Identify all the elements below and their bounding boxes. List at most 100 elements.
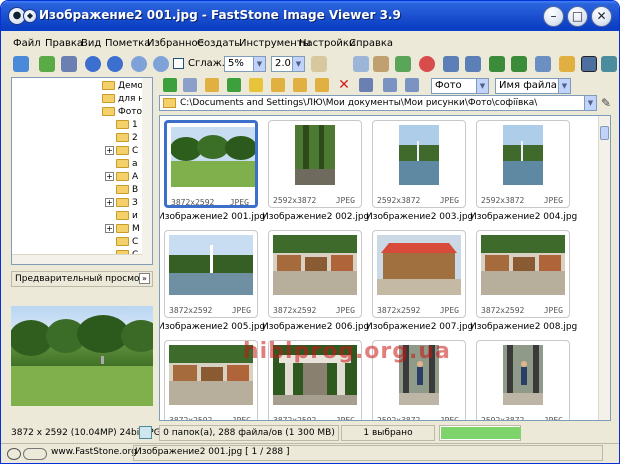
back-icon[interactable] bbox=[163, 78, 177, 92]
monitor-icon[interactable] bbox=[535, 56, 551, 72]
title-bar[interactable]: ● ◆ Изображение2 001.jpg - FastStone Ima… bbox=[1, 1, 619, 31]
thumbnail[interactable]: 3872x2592 JPEG Изображение2 006.jpg bbox=[262, 230, 369, 336]
resize-icon[interactable] bbox=[353, 56, 369, 72]
thumbnail[interactable]: 2592x3872 JPEG Изображение2 002.jpg bbox=[262, 120, 369, 226]
file-count-status: 0 папок(а), 288 файла/ов (1 300 MB) bbox=[159, 425, 339, 441]
expand-icon[interactable]: + bbox=[105, 224, 114, 233]
website-link[interactable]: www.FastStone.org bbox=[51, 447, 137, 457]
thumbnail-frame[interactable]: 3872x2592 JPEG bbox=[268, 230, 362, 318]
pin-icon[interactable]: ◆ bbox=[23, 9, 37, 23]
up-folder-icon[interactable] bbox=[205, 78, 219, 92]
view-mode-icon[interactable] bbox=[405, 78, 419, 92]
expand-icon[interactable]: + bbox=[105, 146, 114, 155]
progress-bar bbox=[439, 425, 521, 441]
expand-icon[interactable]: + bbox=[105, 198, 114, 207]
copy-to-icon[interactable] bbox=[293, 78, 307, 92]
thumbnail-frame[interactable]: 3872x2592 JPEG bbox=[164, 230, 258, 318]
tree-item-label: 2 bbox=[132, 133, 138, 143]
expand-icon[interactable]: + bbox=[105, 172, 114, 181]
thumbnail-frame[interactable]: 3872x2592 JPEG bbox=[476, 230, 570, 318]
fit-icon[interactable] bbox=[139, 426, 152, 439]
zoom-in-icon[interactable] bbox=[131, 56, 147, 72]
browse-icon[interactable] bbox=[13, 56, 29, 72]
thumbnail-image bbox=[169, 235, 253, 295]
chevron-down-icon[interactable]: ▼ bbox=[584, 96, 596, 110]
tree-item-label: 1 bbox=[132, 120, 138, 130]
ratio-select[interactable]: 2.0 ▼ bbox=[271, 56, 305, 72]
thumbnail[interactable]: 2592x3872 JPEG Изображение2 004.jpg bbox=[470, 120, 577, 226]
refresh-icon[interactable] bbox=[227, 78, 241, 92]
thumbnail[interactable]: 2592x3872 JPEG Изображение2 003.jpg bbox=[366, 120, 473, 226]
next-icon[interactable] bbox=[107, 56, 123, 72]
menu-file[interactable]: Файл bbox=[13, 38, 41, 49]
browser-panel: ✕ Фото ▼ Имя файла ▼ C:\Documents and Sett… bbox=[159, 77, 613, 423]
thumbnail-image bbox=[273, 235, 357, 295]
type-filter-select[interactable]: Фото ▼ bbox=[431, 78, 489, 94]
thumbnail-frame[interactable]: 2592x3872 JPEG bbox=[372, 120, 466, 208]
preview-header[interactable]: Предварительный просмотр » bbox=[11, 271, 153, 287]
layout-icon[interactable] bbox=[581, 56, 597, 72]
thumbnail-frame[interactable]: 2592x3872 JPEG bbox=[476, 340, 570, 420]
delete-icon[interactable]: ✕ bbox=[337, 78, 351, 92]
tree-item-label: В bbox=[132, 185, 139, 195]
menu-view[interactable]: Вид bbox=[81, 38, 101, 49]
hand-icon[interactable] bbox=[311, 56, 327, 72]
path-input[interactable]: C:\Documents and Settings\ЛЮ\Мои докумен… bbox=[159, 95, 597, 111]
tree-scrollbar[interactable] bbox=[142, 78, 152, 264]
thumbnail-filename: Изображение2 007.jpg bbox=[366, 322, 474, 332]
save-icon[interactable] bbox=[61, 56, 77, 72]
thumbnail[interactable]: 3872x2592 JPEG Изображение2 007.jpg bbox=[366, 230, 473, 336]
preview-photo bbox=[11, 315, 153, 406]
main-toolbar: Сглаж. 5% ▼ 2.0 ▼ bbox=[5, 54, 617, 74]
previous-icon[interactable] bbox=[85, 56, 101, 72]
menu-edit[interactable]: Правка bbox=[45, 38, 83, 49]
chevron-down-icon: ▼ bbox=[292, 57, 304, 71]
thumbnail-format: JPEG bbox=[439, 196, 459, 205]
smooth-checkbox[interactable] bbox=[173, 58, 184, 69]
thumbnail[interactable]: 3872x2592 JPEG Изображение2 005.jpg bbox=[160, 230, 265, 336]
color-icon[interactable] bbox=[395, 56, 411, 72]
sort-value: Имя файла bbox=[499, 80, 557, 91]
maximize-button[interactable]: □ bbox=[567, 6, 588, 27]
thumbnail-frame[interactable]: 3872x2592 JPEG bbox=[372, 230, 466, 318]
menu-create[interactable]: Создать bbox=[197, 38, 240, 49]
grid-scrollbar[interactable] bbox=[598, 116, 610, 420]
red-eye-icon[interactable] bbox=[419, 56, 435, 72]
menu-settings[interactable]: Настройки bbox=[299, 38, 355, 49]
crop-icon[interactable] bbox=[373, 56, 389, 72]
menu-help[interactable]: Справка bbox=[349, 38, 393, 49]
chevron-down-icon[interactable]: » bbox=[139, 273, 150, 284]
sort-select[interactable]: Имя файла ▼ bbox=[495, 78, 571, 94]
thumbnail-frame[interactable]: 2592x3872 JPEG bbox=[476, 120, 570, 208]
thumbnail[interactable]: 2592x3872 JPEG bbox=[476, 340, 570, 420]
open-icon[interactable] bbox=[39, 56, 55, 72]
menu-tag[interactable]: Пометка bbox=[105, 38, 150, 49]
zoom-out-icon[interactable] bbox=[153, 56, 169, 72]
grid-icon[interactable] bbox=[383, 78, 397, 92]
select-all-icon[interactable] bbox=[359, 78, 373, 92]
move-to-icon[interactable] bbox=[315, 78, 329, 92]
fit-icon[interactable] bbox=[601, 56, 617, 72]
thumbnail-format: JPEG bbox=[335, 306, 355, 315]
tree-hscrollbar[interactable] bbox=[12, 254, 142, 264]
rotate-right-icon[interactable] bbox=[465, 56, 481, 72]
thumbnail-frame[interactable]: 2592x3872 JPEG bbox=[268, 120, 362, 208]
forward-icon[interactable] bbox=[183, 78, 197, 92]
minimize-button[interactable]: – bbox=[543, 6, 564, 27]
scroll-thumb[interactable] bbox=[600, 126, 609, 140]
menu-favorites[interactable]: Избранное bbox=[147, 38, 204, 49]
folder-icon bbox=[116, 198, 129, 207]
thumbnail-frame[interactable]: 3872x2592 JPEG bbox=[164, 120, 258, 208]
thumbnail[interactable]: 3872x2592 JPEG Изображение2 008.jpg bbox=[470, 230, 577, 336]
close-button[interactable]: ✕ bbox=[591, 6, 612, 27]
new-folder-icon[interactable] bbox=[271, 78, 285, 92]
full-screen-icon[interactable] bbox=[489, 56, 505, 72]
brush-icon[interactable]: ✎ bbox=[599, 95, 613, 111]
ratio-value: 2.0 bbox=[275, 58, 291, 69]
thumbnail[interactable]: 3872x2592 JPEG Изображение2 001.jpg bbox=[160, 120, 265, 226]
rotate-left-icon[interactable] bbox=[443, 56, 459, 72]
favorite-icon[interactable] bbox=[249, 78, 263, 92]
slideshow-icon[interactable] bbox=[511, 56, 527, 72]
email-icon[interactable] bbox=[559, 56, 575, 72]
zoom-select[interactable]: 5% ▼ bbox=[224, 56, 266, 72]
